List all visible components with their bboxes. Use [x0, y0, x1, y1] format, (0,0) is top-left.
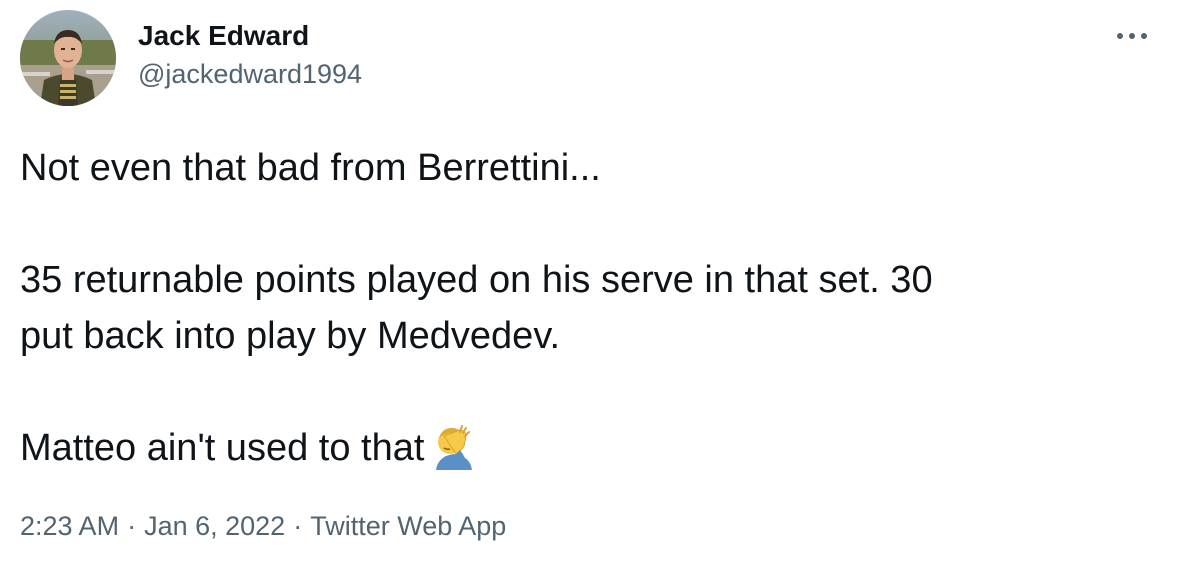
- separator-dot: ·: [293, 511, 303, 541]
- separator-dot: ·: [127, 511, 137, 541]
- tweet-card: Jack Edward @jackedward1994 Not even tha…: [0, 0, 1182, 562]
- tweet-text: Not even that bad from Berrettini... 35 …: [20, 140, 1160, 476]
- tweet-source[interactable]: Twitter Web App: [310, 511, 506, 541]
- more-horizontal-icon: [1117, 33, 1147, 39]
- avatar[interactable]: [20, 10, 116, 106]
- tweet-text-line-4: Matteo ain't used to that: [20, 420, 1160, 476]
- tweet-text-line-3: put back into play by Medvedev.: [20, 315, 561, 357]
- tweet-metadata: 2:23 AM · Jan 6, 2022 · Twitter Web App: [20, 508, 506, 544]
- person-facepalming-emoji: [430, 422, 478, 470]
- tweet-text-line-2: 35 returnable points played on his serve…: [20, 259, 933, 301]
- tweet-text-line-1: Not even that bad from Berrettini...: [20, 147, 601, 189]
- author-info: Jack Edward @jackedward1994: [138, 18, 362, 92]
- tweet-text-line-4-text: Matteo ain't used to that: [20, 427, 425, 469]
- tweet-time[interactable]: 2:23 AM: [20, 511, 119, 541]
- avatar-photo: [20, 10, 116, 106]
- more-options-button[interactable]: [1112, 22, 1152, 50]
- tweet-date[interactable]: Jan 6, 2022: [144, 511, 285, 541]
- author-handle[interactable]: @jackedward1994: [138, 56, 362, 92]
- author-display-name[interactable]: Jack Edward: [138, 18, 362, 54]
